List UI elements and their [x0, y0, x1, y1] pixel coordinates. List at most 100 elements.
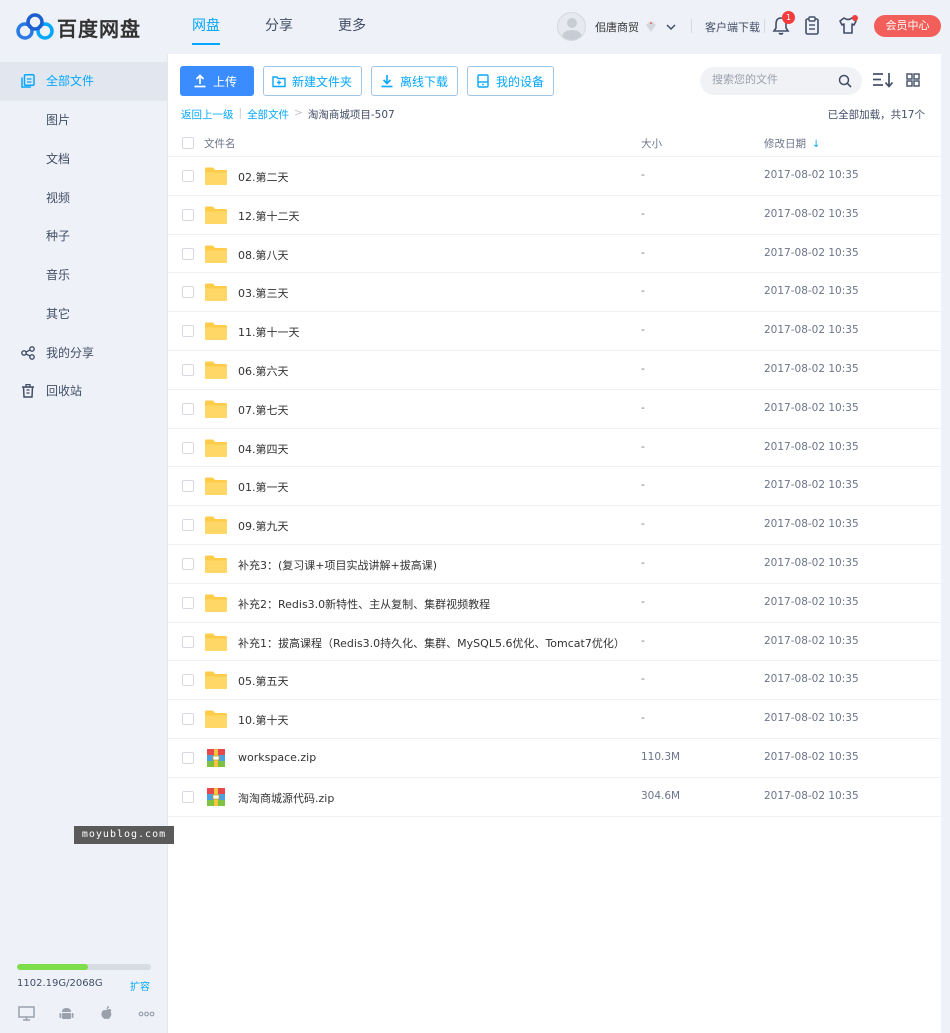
row-checkbox[interactable]	[182, 325, 194, 338]
upload-button[interactable]: 上传	[180, 66, 255, 96]
row-checkbox[interactable]	[182, 286, 194, 299]
file-name[interactable]: 03.第三天	[238, 285, 289, 301]
android-icon[interactable]	[58, 1006, 75, 1021]
breadcrumb-root-link[interactable]: 全部文件	[247, 107, 289, 122]
sidebar-item-images[interactable]: 图片	[0, 101, 167, 140]
client-download-link[interactable]: 客户端下载	[705, 19, 760, 35]
row-checkbox[interactable]	[182, 441, 194, 454]
file-row[interactable]: 09.第九天 - 2017-08-02 10:35	[168, 506, 942, 545]
file-row[interactable]: 补充2：Redis3.0新特性、主从复制、集群视频教程 - 2017-08-02…	[168, 584, 942, 623]
file-date: 2017-08-02 10:35	[764, 789, 859, 802]
sort-icon[interactable]	[872, 72, 894, 88]
file-name[interactable]: 07.第七天	[238, 402, 289, 418]
file-name[interactable]: workspace.zip	[238, 751, 316, 764]
nav-netdisk[interactable]: 网盘	[192, 0, 220, 54]
sidebar-item-documents[interactable]: 文档	[0, 140, 167, 179]
file-name[interactable]: 淘淘商城源代码.zip	[238, 790, 334, 806]
offline-download-button[interactable]: 离线下载	[371, 66, 459, 96]
apple-icon[interactable]	[98, 1005, 115, 1021]
sidebar-item-music[interactable]: 音乐	[0, 256, 167, 295]
search-box	[700, 67, 862, 95]
file-name[interactable]: 补充2：Redis3.0新特性、主从复制、集群视频教程	[238, 596, 490, 612]
username[interactable]: 佀唐商贸	[595, 19, 639, 35]
row-checkbox[interactable]	[182, 402, 194, 415]
file-name[interactable]: 12.第十二天	[238, 208, 300, 224]
row-checkbox[interactable]	[182, 751, 194, 764]
user-menu[interactable]: 佀唐商贸	[557, 12, 676, 41]
expand-storage-link[interactable]: 扩容	[130, 978, 150, 993]
sidebar-item-my-shares[interactable]: 我的分享	[0, 334, 167, 373]
file-name[interactable]: 11.第十一天	[238, 324, 300, 340]
file-name[interactable]: 09.第九天	[238, 518, 289, 534]
row-checkbox[interactable]	[182, 790, 194, 803]
chevron-down-icon[interactable]	[666, 22, 676, 32]
file-name[interactable]: 补充3：(复习课+项目实战讲解+拔高课)	[238, 557, 437, 573]
sidebar-item-all-files[interactable]: 全部文件	[0, 62, 167, 101]
file-name[interactable]: 04.第四天	[238, 441, 289, 457]
new-folder-button[interactable]: 新建文件夹	[263, 66, 363, 96]
sidebar-item-recycle-bin[interactable]: 回收站	[0, 372, 167, 411]
file-name[interactable]: 05.第五天	[238, 673, 289, 689]
nav-share[interactable]: 分享	[265, 0, 293, 54]
vip-center-button[interactable]: 会员中心	[874, 15, 941, 37]
file-row[interactable]: 补充1：拔高课程（Redis3.0持久化、集群、MySQL5.6优化、Tomca…	[168, 623, 942, 662]
file-row[interactable]: 03.第三天 - 2017-08-02 10:35	[168, 273, 942, 313]
file-name[interactable]: 10.第十天	[238, 712, 289, 728]
baidu-netdisk-logo[interactable]: 百度网盘	[16, 12, 141, 42]
file-name[interactable]: 02.第二天	[238, 169, 289, 185]
desktop-icon[interactable]	[18, 1006, 35, 1021]
file-name[interactable]: 补充1：拔高课程（Redis3.0持久化、集群、MySQL5.6优化、Tomca…	[238, 635, 625, 651]
sidebar-item-videos[interactable]: 视频	[0, 179, 167, 218]
column-header-size[interactable]: 大小	[641, 136, 662, 151]
file-date: 2017-08-02 10:35	[764, 440, 859, 453]
row-checkbox[interactable]	[182, 635, 194, 648]
avatar[interactable]	[557, 12, 586, 41]
file-name[interactable]: 08.第八天	[238, 247, 289, 263]
my-devices-button[interactable]: 我的设备	[467, 66, 555, 96]
row-checkbox[interactable]	[182, 170, 194, 182]
folder-icon	[204, 360, 228, 380]
file-row[interactable]: 淘淘商城源代码.zip 304.6M 2017-08-02 10:35	[168, 778, 942, 817]
file-date: 2017-08-02 10:35	[764, 673, 859, 686]
sidebar-item-other[interactable]: 其它	[0, 295, 167, 334]
file-row[interactable]: 11.第十一天 - 2017-08-02 10:35	[168, 312, 942, 351]
file-row[interactable]: 02.第二天 - 2017-08-02 10:35	[168, 157, 942, 196]
file-row[interactable]: 08.第八天 - 2017-08-02 10:35	[168, 235, 942, 274]
file-row[interactable]: 04.第四天 - 2017-08-02 10:35	[168, 429, 942, 468]
row-checkbox[interactable]	[182, 557, 194, 570]
sidebar-item-torrents[interactable]: 种子	[0, 217, 167, 256]
file-row[interactable]: 补充3：(复习课+项目实战讲解+拔高课) - 2017-08-02 10:35	[168, 545, 942, 584]
file-name[interactable]: 01.第一天	[238, 479, 289, 495]
select-all-checkbox[interactable]	[182, 137, 194, 149]
file-row[interactable]: 05.第五天 - 2017-08-02 10:35	[168, 661, 942, 701]
zip-archive-icon	[204, 748, 228, 768]
file-row[interactable]: 06.第六天 - 2017-08-02 10:35	[168, 351, 942, 390]
grid-view-icon[interactable]	[906, 73, 920, 87]
file-date: 2017-08-02 10:35	[764, 362, 859, 375]
file-name[interactable]: 06.第六天	[238, 363, 289, 379]
row-checkbox[interactable]	[182, 480, 194, 493]
zip-archive-icon	[204, 787, 228, 807]
more-dots-icon[interactable]	[138, 1006, 155, 1021]
row-checkbox[interactable]	[182, 363, 194, 376]
nav-more[interactable]: 更多	[338, 0, 366, 54]
column-header-name[interactable]: 文件名	[204, 136, 236, 151]
file-row[interactable]: workspace.zip 110.3M 2017-08-02 10:35	[168, 739, 942, 778]
search-input[interactable]	[712, 73, 832, 86]
column-header-date-label: 修改日期	[764, 138, 806, 150]
file-row[interactable]: 07.第七天 - 2017-08-02 10:35	[168, 390, 942, 429]
row-checkbox[interactable]	[182, 713, 194, 726]
search-icon[interactable]	[838, 74, 852, 88]
clipboard-icon[interactable]	[804, 16, 820, 36]
breadcrumb-back-link[interactable]: 返回上一级	[181, 107, 234, 122]
row-checkbox[interactable]	[182, 208, 194, 221]
toolbar: 上传 新建文件夹 离线下载 我的设备	[180, 66, 563, 96]
file-row[interactable]: 12.第十二天 - 2017-08-02 10:35	[168, 196, 942, 235]
row-checkbox[interactable]	[182, 674, 194, 687]
row-checkbox[interactable]	[182, 596, 194, 609]
column-header-date[interactable]: 修改日期 ↓	[764, 136, 820, 151]
file-row[interactable]: 10.第十天 - 2017-08-02 10:35	[168, 700, 942, 739]
row-checkbox[interactable]	[182, 519, 194, 532]
file-row[interactable]: 01.第一天 - 2017-08-02 10:35	[168, 467, 942, 507]
row-checkbox[interactable]	[182, 247, 194, 260]
